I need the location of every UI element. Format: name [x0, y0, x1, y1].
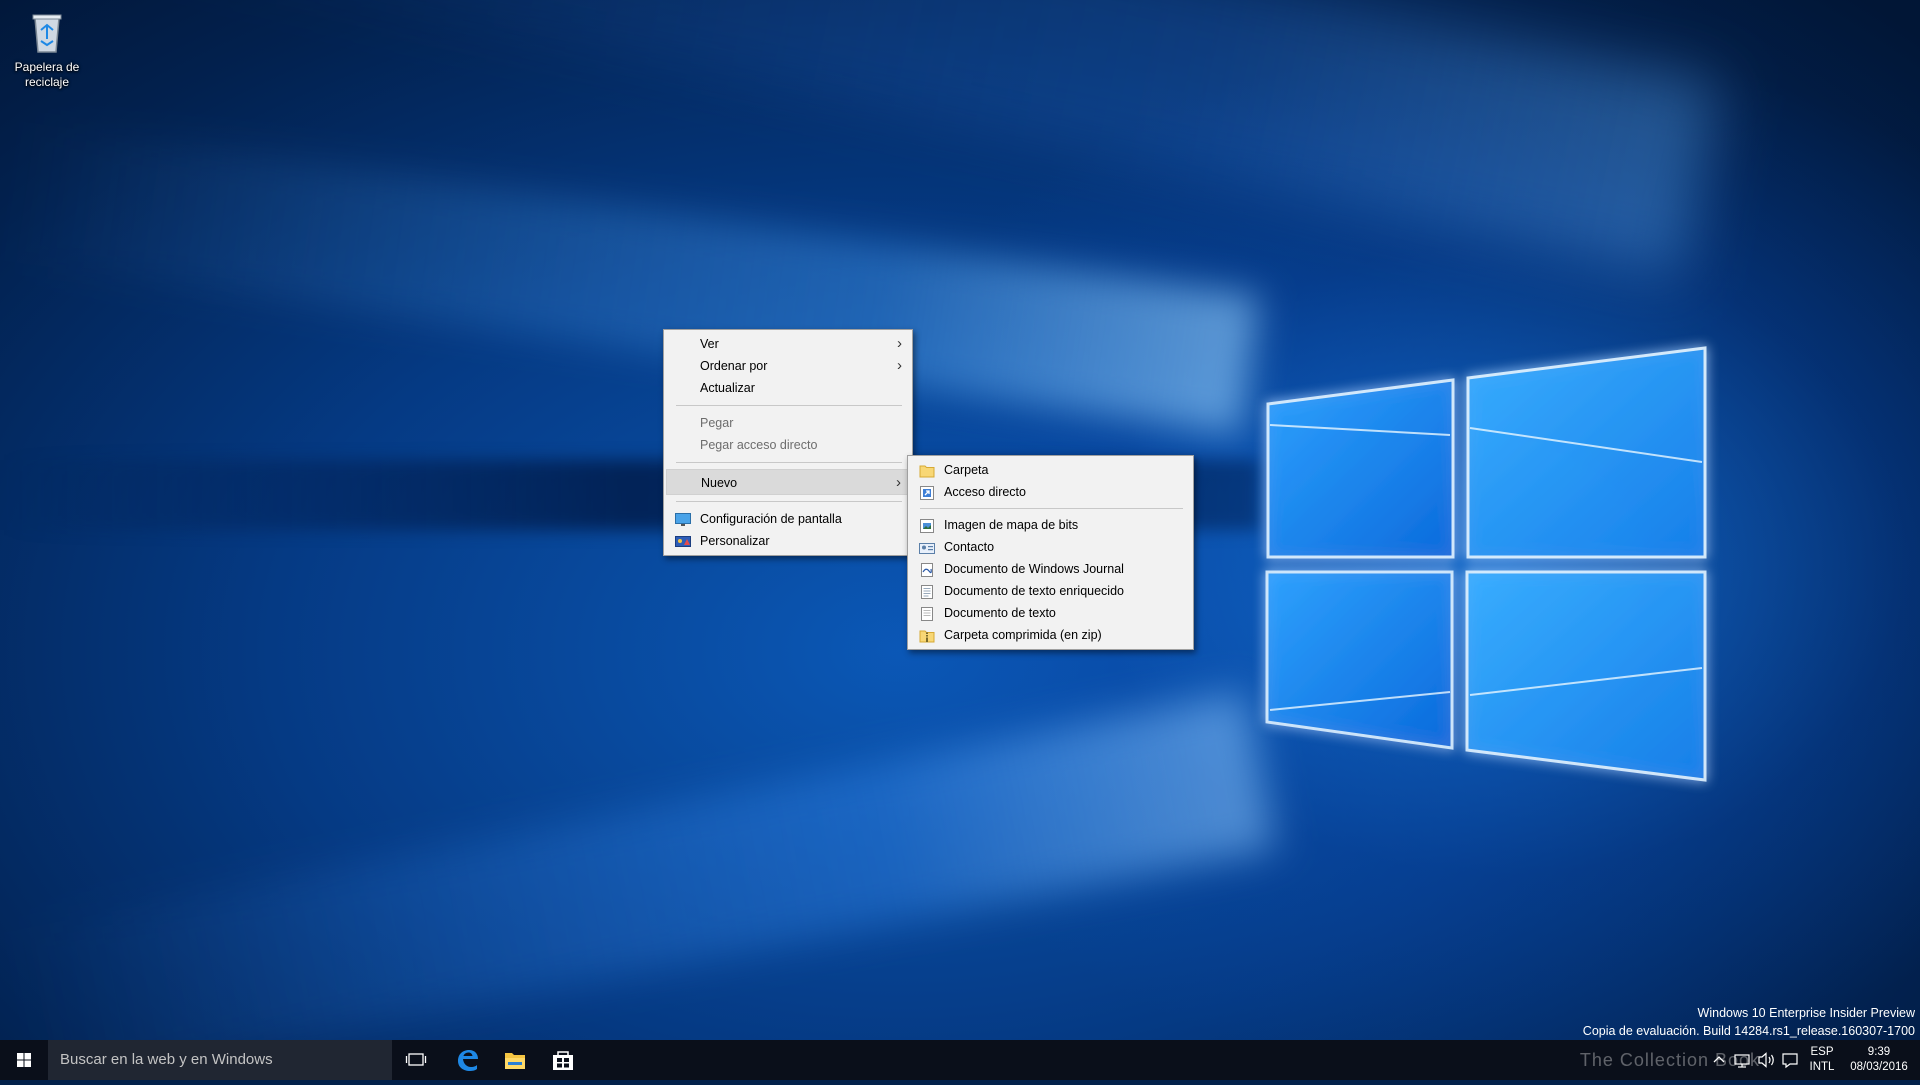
search-placeholder: Buscar en la web y en Windows — [60, 1051, 273, 1068]
menu-separator — [676, 462, 902, 463]
menu-separator — [676, 501, 902, 502]
menu-item-label: Actualizar — [700, 381, 755, 395]
menu-item-label: Personalizar — [700, 534, 770, 548]
file-explorer-icon — [505, 1053, 525, 1069]
menu-item-label: Ordenar por — [700, 359, 768, 373]
desktop-context-menu: Ver › Ordenar por › Actualizar Pegar Peg… — [663, 329, 913, 556]
task-view-icon — [405, 1053, 427, 1066]
keyboard-layout: INTL — [1809, 1061, 1835, 1073]
menu-item-label: Acceso directo — [944, 485, 1026, 499]
menu-item-pegar: Pegar — [666, 412, 910, 434]
watermark-edition: Windows 10 Enterprise Insider Preview — [1697, 1006, 1915, 1020]
rich-text-document-icon — [919, 584, 935, 599]
personalize-icon — [675, 534, 691, 548]
menu-item-label: Documento de Windows Journal — [944, 562, 1124, 576]
clock-button[interactable]: 9:39 08/03/2016 — [1842, 1040, 1916, 1080]
menu-item-label: Carpeta comprimida (en zip) — [944, 628, 1102, 642]
menu-item-label: Carpeta — [944, 463, 989, 477]
recycle-bin-icon — [23, 8, 71, 56]
submenu-item-carpeta[interactable]: Carpeta — [910, 459, 1191, 481]
desktop-icon-recycle-bin[interactable]: Papelera de reciclaje — [8, 8, 86, 90]
start-button[interactable] — [0, 1040, 48, 1080]
menu-item-actualizar[interactable]: Actualizar — [666, 377, 910, 399]
clock-date: 08/03/2016 — [1850, 1061, 1908, 1073]
submenu-item-windows-journal[interactable]: Documento de Windows Journal — [910, 558, 1191, 580]
task-view-button[interactable] — [392, 1040, 440, 1080]
desktop-icon-label: Papelera de reciclaje — [14, 60, 80, 89]
chevron-up-icon — [1713, 1056, 1725, 1063]
submenu-item-imagen-mapa-bits[interactable]: Imagen de mapa de bits — [910, 514, 1191, 536]
clock-time: 9:39 — [1867, 1046, 1891, 1058]
network-icon — [1734, 1054, 1750, 1068]
text-document-icon — [919, 606, 935, 621]
menu-item-label: Pegar acceso directo — [700, 438, 818, 452]
store-icon — [553, 1051, 573, 1070]
menu-item-label: Nuevo — [701, 476, 738, 490]
taskbar-search-box[interactable]: Buscar en la web y en Windows — [48, 1040, 392, 1080]
menu-separator — [676, 405, 902, 406]
windows-start-icon — [17, 1053, 31, 1067]
menu-item-label: Ver — [700, 337, 719, 351]
new-submenu: Carpeta Acceso directo Imagen de mapa de… — [907, 455, 1194, 650]
submenu-item-carpeta-comprimida[interactable]: Carpeta comprimida (en zip) — [910, 624, 1191, 646]
edge-browser-button[interactable] — [443, 1040, 491, 1080]
input-language-button[interactable]: ESP INTL — [1802, 1040, 1842, 1080]
watermark-build: Copia de evaluación. Build 14284.rs1_rel… — [1582, 1024, 1915, 1038]
chevron-right-icon: › — [896, 474, 901, 491]
zip-folder-icon — [919, 628, 935, 643]
language-code: ESP — [1810, 1046, 1834, 1058]
notification-icon — [1782, 1053, 1798, 1069]
speaker-icon — [1758, 1052, 1774, 1068]
submenu-item-texto-enriquecido[interactable]: Documento de texto enriquecido — [910, 580, 1191, 602]
submenu-item-acceso-directo[interactable]: Acceso directo — [910, 481, 1191, 503]
evaluation-watermark: Windows 10 Enterprise Insider Preview Co… — [1583, 1004, 1915, 1040]
chevron-right-icon: › — [897, 357, 902, 374]
menu-item-pegar-acceso-directo: Pegar acceso directo — [666, 434, 910, 456]
folder-icon — [919, 463, 935, 478]
display-settings-icon — [675, 512, 691, 526]
submenu-item-contacto[interactable]: Contacto — [910, 536, 1191, 558]
file-explorer-button[interactable] — [491, 1040, 539, 1080]
contact-card-icon — [919, 540, 935, 554]
menu-item-label: Configuración de pantalla — [700, 512, 842, 526]
menu-item-label: Documento de texto — [944, 606, 1056, 620]
show-hidden-icons-button[interactable] — [1708, 1040, 1730, 1080]
menu-item-personalizar[interactable]: Personalizar — [666, 530, 910, 552]
menu-item-configuracion-pantalla[interactable]: Configuración de pantalla — [666, 508, 910, 530]
menu-item-label: Contacto — [944, 540, 995, 554]
menu-item-label: Documento de texto enriquecido — [944, 584, 1124, 598]
menu-separator — [920, 508, 1183, 509]
edge-icon — [458, 1050, 478, 1071]
volume-tray-button[interactable] — [1754, 1040, 1778, 1080]
store-button[interactable] — [539, 1040, 587, 1080]
chevron-right-icon: › — [897, 335, 902, 352]
taskbar: Buscar en la web y en Windows The Collec… — [0, 1040, 1920, 1080]
shortcut-icon — [919, 485, 935, 500]
journal-document-icon — [919, 562, 935, 577]
network-tray-button[interactable] — [1730, 1040, 1754, 1080]
menu-item-ordenar-por[interactable]: Ordenar por › — [666, 355, 910, 377]
submenu-item-documento-texto[interactable]: Documento de texto — [910, 602, 1191, 624]
menu-item-nuevo[interactable]: Nuevo › — [666, 469, 910, 495]
menu-item-ver[interactable]: Ver › — [666, 333, 910, 355]
action-center-button[interactable] — [1778, 1040, 1802, 1080]
menu-item-label: Imagen de mapa de bits — [944, 518, 1079, 532]
menu-item-label: Pegar — [700, 416, 734, 430]
bitmap-image-icon — [919, 518, 935, 533]
